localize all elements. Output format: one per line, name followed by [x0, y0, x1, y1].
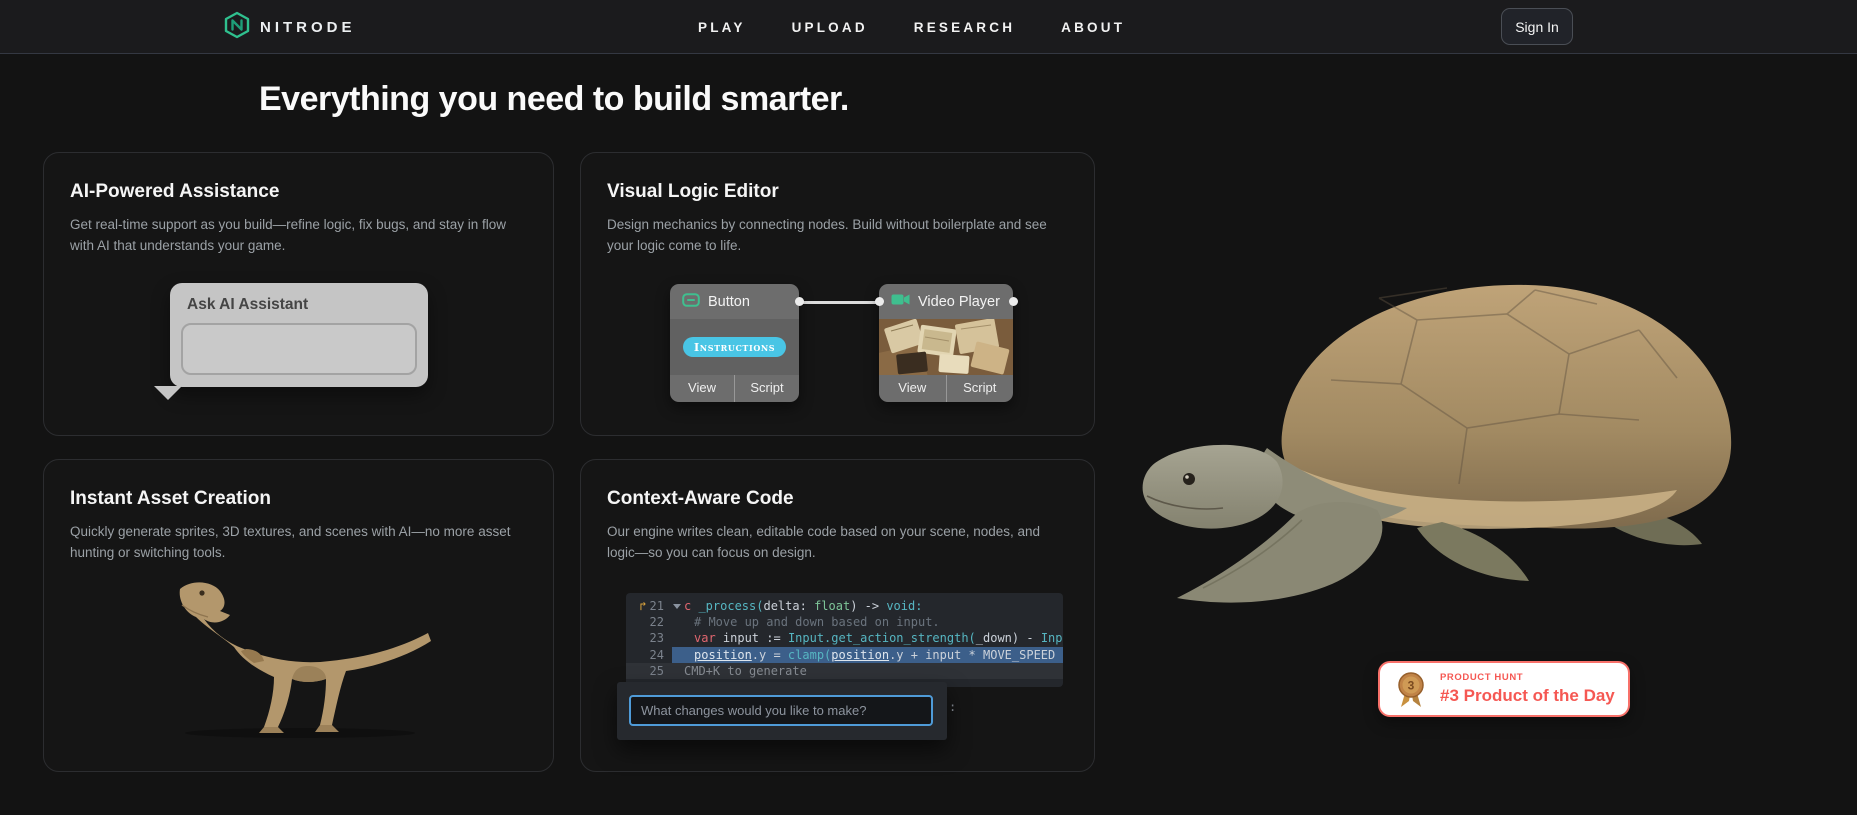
code-overflow-char: : [949, 700, 956, 714]
card-logic-editor: Visual Logic Editor Design mechanics by … [580, 152, 1095, 436]
card-title: Instant Asset Creation [70, 488, 271, 510]
nav-link-play[interactable]: PLAY [698, 20, 746, 35]
product-hunt-kicker: PRODUCT HUNT [1440, 672, 1615, 683]
page: NITRODE PLAY UPLOAD RESEARCH ABOUT Sign … [0, 0, 1857, 815]
card-asset-creation: Instant Asset Creation Quickly generate … [43, 459, 554, 772]
code-editor: ↱21c _process(delta: float) -> void:22# … [626, 593, 1063, 687]
tab-script[interactable]: Script [946, 375, 1014, 402]
ai-assistant-title: Ask AI Assistant [187, 296, 308, 314]
node-title: Video Player [918, 294, 1000, 310]
button-node[interactable]: Button Instructions View Script [670, 284, 799, 402]
tab-view[interactable]: View [670, 375, 734, 402]
page-title: Everything you need to build smarter. [259, 80, 849, 119]
return-arrow-icon: ↱ [639, 599, 646, 613]
trex-image [150, 575, 440, 740]
code-line: 24position.y = clamp(position.y + input … [626, 647, 1063, 663]
nav-link-upload[interactable]: UPLOAD [792, 20, 868, 35]
brand[interactable]: NITRODE [224, 0, 356, 54]
connector-dot[interactable] [1009, 297, 1018, 306]
product-hunt-badge[interactable]: 3 PRODUCT HUNT #3 Product of the Day [1378, 661, 1630, 717]
button-node-header: Button [670, 284, 799, 319]
tab-script[interactable]: Script [734, 375, 799, 402]
medal-icon: 3 [1396, 671, 1426, 711]
card-description: Quickly generate sprites, 3D textures, a… [70, 522, 528, 564]
card-title: Context-Aware Code [607, 488, 794, 510]
card-context-code: Context-Aware Code Our engine writes cle… [580, 459, 1095, 772]
sign-in-button[interactable]: Sign In [1501, 8, 1573, 45]
video-thumbnail [879, 319, 1013, 375]
nav-link-about[interactable]: ABOUT [1061, 20, 1125, 35]
button-icon [682, 293, 700, 311]
code-lines: ↱21c _process(delta: float) -> void:22# … [626, 598, 1063, 679]
tooltip-arrow [154, 386, 182, 400]
ai-prompt-panel [617, 682, 947, 740]
ai-assistant-input[interactable] [181, 323, 417, 375]
button-node-body: Instructions [670, 319, 799, 375]
video-node-footer: View Script [879, 375, 1013, 402]
tab-view[interactable]: View [879, 375, 946, 402]
video-node-header: Video Player [879, 284, 1013, 319]
product-hunt-award: #3 Product of the Day [1440, 686, 1615, 706]
top-nav: NITRODE PLAY UPLOAD RESEARCH ABOUT Sign … [0, 0, 1857, 54]
connector-dot[interactable] [795, 297, 804, 306]
node-connection-edge [799, 301, 879, 304]
ai-prompt-input[interactable] [629, 695, 933, 726]
nav-link-research[interactable]: RESEARCH [914, 20, 1015, 35]
card-title: AI-Powered Assistance [70, 181, 279, 203]
fold-chevron-icon[interactable] [673, 604, 681, 609]
svg-text:3: 3 [1408, 679, 1415, 693]
video-player-node[interactable]: Video Player View Script [879, 284, 1013, 402]
card-title: Visual Logic Editor [607, 181, 779, 203]
button-node-footer: View Script [670, 375, 799, 402]
card-description: Design mechanics by connecting nodes. Bu… [607, 215, 1057, 257]
ai-assistant-tooltip: Ask AI Assistant [170, 283, 428, 387]
product-hunt-text: PRODUCT HUNT #3 Product of the Day [1440, 672, 1615, 706]
card-description: Our engine writes clean, editable code b… [607, 522, 1065, 564]
brand-name: NITRODE [260, 19, 356, 36]
node-title: Button [708, 294, 750, 310]
turtle-image [1117, 258, 1757, 608]
video-camera-icon [891, 293, 910, 310]
code-line: ↱21c _process(delta: float) -> void: [626, 598, 1063, 614]
code-line: 23var input := Input.get_action_strength… [626, 630, 1063, 646]
card-description: Get real-time support as you build—refin… [70, 215, 528, 257]
connector-dot[interactable] [875, 297, 884, 306]
code-line: 25CMD+K to generate [626, 663, 1063, 679]
nitrode-logo-icon [224, 11, 250, 44]
nav-links: PLAY UPLOAD RESEARCH ABOUT [698, 0, 1125, 54]
instructions-button[interactable]: Instructions [683, 337, 786, 357]
code-line: 22# Move up and down based on input. [626, 614, 1063, 630]
card-ai-assistance: AI-Powered Assistance Get real-time supp… [43, 152, 554, 436]
